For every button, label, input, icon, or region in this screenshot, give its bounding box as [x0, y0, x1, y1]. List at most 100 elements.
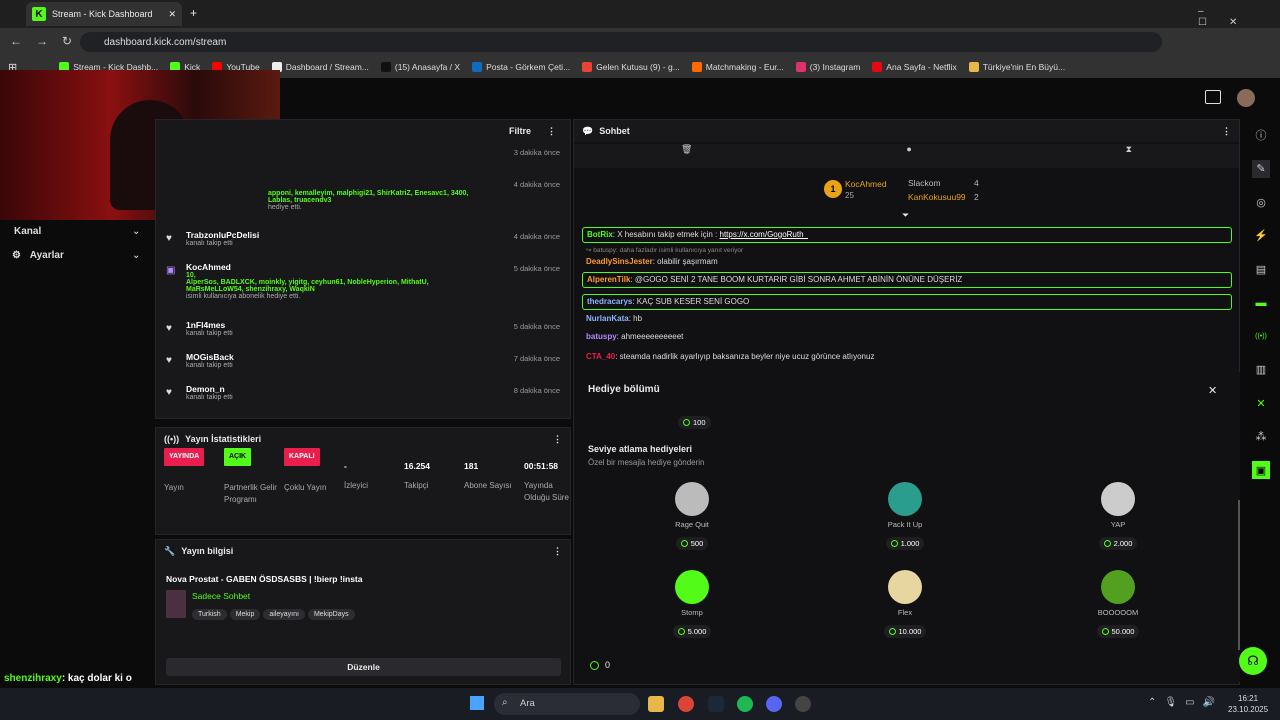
share-icon[interactable]: ⁂ [1252, 428, 1270, 446]
tag[interactable]: aileyayını [263, 609, 305, 620]
bookmark-icon [691, 62, 702, 72]
bookmark-item[interactable]: Matchmaking - Eur... [691, 62, 784, 72]
steam-icon[interactable] [708, 696, 724, 712]
edit-button[interactable]: Düzenle [166, 658, 561, 676]
target-icon[interactable]: ◎ [1252, 193, 1270, 211]
support-button[interactable]: ☊ [1239, 647, 1267, 675]
chat-username[interactable]: CTA_40 [586, 352, 615, 361]
system-tray[interactable]: ⌃🎙▭🔊 [1148, 697, 1223, 708]
bookmark-icon [872, 62, 883, 72]
activity-username[interactable]: MOGisBack [186, 352, 472, 362]
bookmark-item[interactable]: (3) Instagram [795, 62, 860, 72]
gift-price: 1.000 [885, 537, 925, 550]
activity-time: 5 dakika önce [513, 322, 560, 331]
gift-item[interactable]: BOOOOOM 50.000 [1078, 570, 1158, 638]
stream-icon[interactable] [1205, 90, 1221, 104]
gift-price-value: 1.000 [900, 539, 920, 548]
stat-label: Partnerlik Gelir Programı [224, 483, 277, 504]
wrench-icon[interactable]: ✕ [1252, 394, 1270, 412]
gift-price-value: 5.000 [687, 627, 707, 636]
tag[interactable]: Turkish [192, 609, 227, 620]
gift-icon [888, 570, 922, 604]
activity-username[interactable]: KocAhmed [186, 262, 472, 272]
activity-detail: AlperSos, BADLXCK, moinkly, yigitg, ceyh… [186, 279, 429, 293]
chat-message: DeadlySinsJester: olabilir şaşırmam [586, 257, 718, 266]
page-icon[interactable]: ▤ [1252, 260, 1270, 278]
gift-section-desc: Özel bir mesajla hediye gönderin [588, 458, 705, 467]
gift-item[interactable]: YAP 2.000 [1078, 482, 1158, 550]
gift-item[interactable]: Flex 10.000 [865, 570, 945, 638]
avatar[interactable] [1237, 89, 1255, 107]
chat-panel: 💬 Sohbet ⋮ 🗑 ● ⧗ 1 KocAhmed 25 Slackom 4 KanKo… [573, 119, 1240, 685]
bookmark-item[interactable]: Posta - Görkem Çeti... [472, 62, 570, 72]
chat-bubble-icon[interactable]: ● [906, 144, 911, 168]
expand-icon[interactable]: ⏷ [902, 210, 909, 221]
sidebar-item-ayarlar[interactable]: ⚙ Ayarlar [12, 250, 64, 261]
close-icon[interactable]: ✕ [1208, 384, 1217, 397]
chat-username[interactable]: NurlanKata [586, 314, 629, 323]
stack-icon[interactable]: ▥ [1252, 361, 1270, 379]
tag[interactable]: Mekip [229, 609, 261, 620]
more-icon[interactable]: ⋮ [553, 434, 562, 445]
gift-item[interactable]: Stomp 5.000 [652, 570, 732, 638]
bookmark-item[interactable]: (15) Anasayfa / X [380, 62, 460, 72]
bookmark-item[interactable]: Ana Sayfa - Netflix [872, 62, 957, 72]
activity-username[interactable]: Demon_n [186, 384, 472, 394]
app-icon[interactable] [795, 696, 811, 712]
gift-name: Pack It Up [887, 520, 923, 529]
activity-username[interactable]: TrabzonluPcDelisi [186, 230, 472, 240]
taskbar-search[interactable]: Ara [494, 693, 640, 715]
trash-icon[interactable]: 🗑 [681, 144, 692, 168]
spotify-icon[interactable] [737, 696, 753, 712]
folder-icon[interactable] [648, 696, 664, 712]
gift-title: Hediye bölümü [588, 384, 660, 395]
more-icon[interactable]: ⋮ [1222, 126, 1231, 137]
filter-button[interactable]: Filtre [509, 126, 531, 136]
chevron-down-icon[interactable]: ⌄ [132, 226, 140, 237]
activity-username[interactable]: 1nFl4mes [186, 320, 472, 330]
chat-username[interactable]: DeadlySinsJester [586, 257, 653, 266]
windows-start-icon[interactable] [470, 696, 484, 710]
chat-icon[interactable]: ▬ [1252, 294, 1270, 312]
chat-text: : hb [628, 314, 643, 323]
close-icon[interactable]: ✕ [168, 9, 176, 20]
info-icon[interactable]: ⓘ [1252, 126, 1270, 144]
stream-title: Nova Prostat - GABEN ÖSDSASBS | !bierp !… [166, 574, 363, 584]
leaderboard-user[interactable]: Slackom [908, 178, 941, 188]
hourglass-icon[interactable]: ⧗ [1126, 144, 1132, 168]
chat-username[interactable]: thedracarys [587, 297, 632, 306]
browser-tab[interactable]: K Stream - Kick Dashboard ✕ [26, 2, 182, 26]
new-tab-icon[interactable]: + [190, 6, 197, 20]
bolt-icon[interactable]: ⚡ [1252, 227, 1270, 245]
more-icon[interactable]: ⋮ [553, 546, 562, 557]
url-field[interactable]: dashboard.kick.com/stream [80, 32, 1162, 52]
nav-buttons[interactable]: ←→↻ [10, 34, 86, 48]
bookmark-item[interactable]: Türkiye'nin En Büyü... [968, 62, 1065, 72]
sidebar-item-kanal[interactable]: Kanal [14, 226, 41, 237]
window-controls[interactable]: –☐✕ [1198, 6, 1280, 28]
chevron-down-icon[interactable]: ⌄ [132, 250, 140, 261]
gift-item[interactable]: Rage Quit 500 [652, 482, 732, 550]
activity-detail: 10, [186, 272, 196, 279]
chat-username[interactable]: AlperenTilk [587, 275, 630, 284]
bot-icon[interactable]: ▣ [1252, 461, 1270, 479]
chrome-icon[interactable] [678, 696, 694, 712]
category-name[interactable]: Sadece Sohbet [192, 591, 250, 601]
gift-icon [675, 570, 709, 604]
kick-logo-icon: K [32, 7, 46, 21]
leaderboard-user[interactable]: KanKokusuu99 [908, 192, 966, 202]
chat-link[interactable]: https://x.com/GogoRuth_ [720, 230, 809, 239]
more-icon[interactable]: ⋮ [547, 126, 556, 137]
bookmark-item[interactable]: Gelen Kutusu (9) - g... [582, 62, 680, 72]
chat-username[interactable]: BotRix [587, 230, 613, 239]
activity-item: apponi, kemalleyim, malphigi21, ShirKatr… [156, 178, 570, 211]
chat-username[interactable]: batuspy [586, 332, 617, 341]
discord-icon[interactable] [766, 696, 782, 712]
gift-item[interactable]: Pack It Up 1.000 [865, 482, 945, 550]
broadcast-icon[interactable]: ((•)) [1252, 327, 1270, 345]
chat-tools: 🗑 ● ⧗ [574, 144, 1239, 168]
tag[interactable]: MekipDays [307, 609, 355, 620]
bookmark-item[interactable]: Dashboard / Stream... [271, 62, 369, 72]
pencil-icon[interactable]: ✎ [1252, 159, 1270, 178]
scrollbar[interactable] [1238, 500, 1240, 650]
